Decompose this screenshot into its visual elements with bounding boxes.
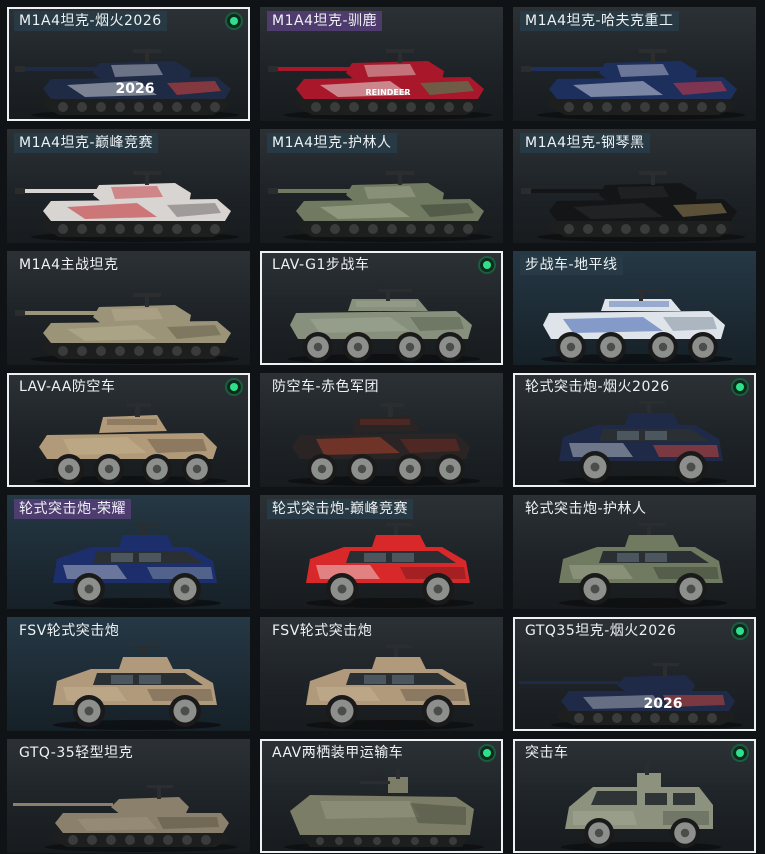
vehicle-name-label: M1A4坦克-巅峰竞赛	[14, 133, 159, 153]
vehicle-card[interactable]: M1A4坦克-钢琴黑	[513, 129, 756, 243]
vehicle-name-label: AAV两栖装甲运输车	[272, 745, 404, 761]
vehicle-thumbnail	[13, 785, 237, 852]
vehicle-card[interactable]: AAV两栖装甲运输车	[260, 739, 503, 853]
vehicle-name-label: GTQ35坦克-烟火2026	[525, 623, 677, 639]
vehicle-thumbnail	[53, 523, 221, 608]
vehicle-name-label: LAV-AA防空车	[19, 379, 116, 395]
vehicle-card[interactable]: 轮式突击炮-荣耀	[7, 495, 250, 609]
equipped-status-icon	[225, 378, 243, 396]
vehicle-name-label: 轮式突击炮-荣耀	[14, 499, 132, 519]
vehicle-thumbnail	[15, 171, 239, 242]
vehicle-thumbnail	[35, 403, 227, 485]
vehicle-name-label: FSV轮式突击炮	[19, 623, 120, 639]
equipped-status-icon	[731, 744, 749, 762]
vehicle-thumbnail	[521, 49, 745, 120]
vehicle-name-label: M1A4主战坦克	[19, 257, 119, 273]
vehicle-thumbnail	[306, 645, 474, 730]
vehicle-card[interactable]: 轮式突击炮-护林人	[513, 495, 756, 609]
vehicle-thumbnail	[284, 769, 484, 851]
vehicle-name-label: M1A4坦克-钢琴黑	[520, 133, 650, 153]
vehicle-skin-grid: 2026 M1A4坦克-烟火2026 REINDEER M1A4坦克-驯鹿 M1A4坦克…	[0, 0, 765, 854]
vehicle-thumbnail	[541, 289, 733, 364]
vehicle-thumbnail: REINDEER	[268, 49, 492, 120]
vehicle-thumbnail	[53, 645, 221, 730]
vehicle-card[interactable]: GTQ-35轻型坦克	[7, 739, 250, 853]
vehicle-name-label: 突击车	[525, 745, 569, 761]
vehicle-thumbnail: 2026	[519, 663, 743, 729]
vehicle-card[interactable]: M1A4主战坦克	[7, 251, 250, 365]
vehicle-thumbnail	[306, 523, 474, 608]
vehicle-name-label: LAV-G1步战车	[272, 257, 370, 273]
equipped-status-icon	[478, 256, 496, 274]
vehicle-card[interactable]: 步战车-地平线	[513, 251, 756, 365]
vehicle-thumbnail	[268, 171, 492, 242]
vehicle-card[interactable]: 2026 M1A4坦克-烟火2026	[7, 7, 250, 121]
vehicle-thumbnail	[559, 523, 727, 608]
vehicle-card[interactable]: LAV-G1步战车	[260, 251, 503, 365]
vehicle-card[interactable]: 突击车	[513, 739, 756, 853]
svg-text:2026: 2026	[116, 81, 155, 97]
vehicle-thumbnail	[561, 763, 721, 851]
vehicle-thumbnail	[559, 401, 727, 485]
equipped-status-icon	[731, 378, 749, 396]
vehicle-thumbnail: 2026	[15, 49, 239, 119]
vehicle-name-label: 防空车-赤色军团	[272, 379, 380, 395]
vehicle-card[interactable]: REINDEER M1A4坦克-驯鹿	[260, 7, 503, 121]
equipped-status-icon	[478, 744, 496, 762]
vehicle-name-label: 步战车-地平线	[520, 255, 623, 275]
vehicle-name-label: FSV轮式突击炮	[272, 623, 373, 639]
vehicle-card[interactable]: 防空车-赤色军团	[260, 373, 503, 487]
vehicle-name-label: M1A4坦克-哈夫克重工	[520, 11, 679, 31]
vehicle-thumbnail	[288, 289, 480, 363]
svg-text:REINDEER: REINDEER	[365, 88, 410, 97]
vehicle-name-label: 轮式突击炮-巅峰竞赛	[267, 499, 414, 519]
vehicle-card[interactable]: 2026 GTQ35坦克-烟火2026	[513, 617, 756, 731]
vehicle-card[interactable]: M1A4坦克-哈夫克重工	[513, 7, 756, 121]
svg-text:2026: 2026	[644, 696, 683, 712]
vehicle-card[interactable]: M1A4坦克-巅峰竞赛	[7, 129, 250, 243]
vehicle-card[interactable]: LAV-AA防空车	[7, 373, 250, 487]
vehicle-name-label: GTQ-35轻型坦克	[19, 745, 134, 761]
vehicle-name-label: M1A4坦克-护林人	[267, 133, 397, 153]
vehicle-card[interactable]: FSV轮式突击炮	[260, 617, 503, 731]
vehicle-name-label: 轮式突击炮-烟火2026	[525, 379, 670, 395]
vehicle-card[interactable]: 轮式突击炮-烟火2026	[513, 373, 756, 487]
vehicle-name-label: M1A4坦克-烟火2026	[14, 11, 167, 31]
equipped-status-icon	[225, 12, 243, 30]
vehicle-name-label: 轮式突击炮-护林人	[525, 501, 647, 517]
vehicle-thumbnail	[521, 171, 745, 242]
vehicle-card[interactable]: M1A4坦克-护林人	[260, 129, 503, 243]
equipped-status-icon	[731, 622, 749, 640]
vehicle-card[interactable]: 轮式突击炮-巅峰竞赛	[260, 495, 503, 609]
vehicle-name-label: M1A4坦克-驯鹿	[267, 11, 383, 31]
vehicle-thumbnail	[288, 403, 480, 486]
vehicle-card[interactable]: FSV轮式突击炮	[7, 617, 250, 731]
vehicle-thumbnail	[15, 293, 239, 364]
